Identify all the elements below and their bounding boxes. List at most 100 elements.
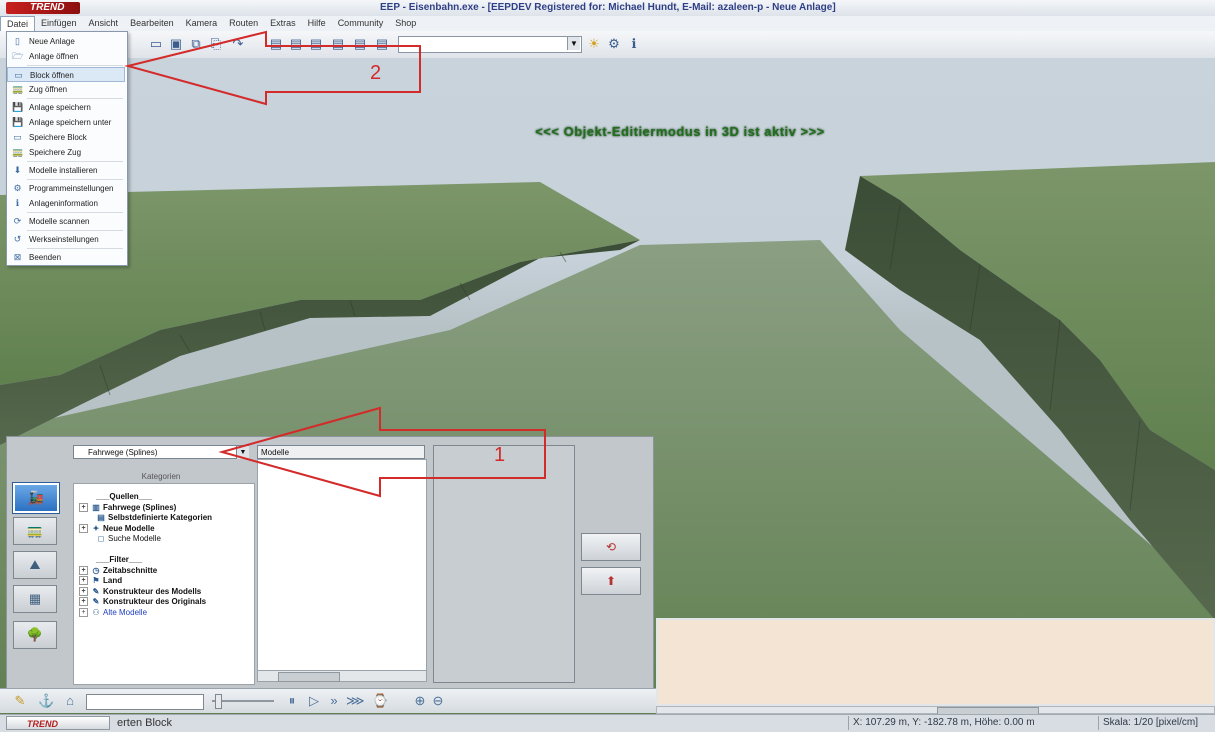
train-tool-icon[interactable]: ▤ xyxy=(268,36,284,52)
expand-icon[interactable]: + xyxy=(79,586,88,596)
expand-icon[interactable]: + xyxy=(79,597,88,607)
object-select[interactable] xyxy=(86,694,204,710)
rotate-model-button[interactable]: ⟲ xyxy=(581,533,641,561)
track-icon: ▥ xyxy=(92,502,100,512)
road-tool-icon[interactable]: ▤ xyxy=(330,36,346,52)
zoom-in-icon[interactable]: ⊕ xyxy=(412,693,428,709)
menu-item-anlage-speichern[interactable]: 💾 Anlage speichern xyxy=(7,100,125,115)
pencil-icon[interactable]: ✎ xyxy=(12,693,28,709)
landscape-button[interactable]: ⛰ xyxy=(13,551,57,579)
chevron-down-icon[interactable]: ▼ xyxy=(236,446,249,459)
track-tool-icon[interactable]: ▤ xyxy=(288,36,304,52)
speed-slider-thumb[interactable] xyxy=(215,694,222,709)
menu-routen[interactable]: Routen xyxy=(223,16,264,31)
place-model-button[interactable]: ⬆ xyxy=(581,567,641,595)
menu-item-speichere-zug[interactable]: 🚃 Speichere Zug xyxy=(7,145,125,160)
tree-item-label: Alte Modelle xyxy=(103,607,148,617)
menu-item-speichere-block[interactable]: ▭ Speichere Block xyxy=(7,130,125,145)
models-list[interactable] xyxy=(257,459,427,671)
clock-icon[interactable]: ⌚ xyxy=(372,693,388,709)
file-menu: ▯ Neue Anlage 🗁 Anlage öffnen ▭ Block öffnen 🚃… xyxy=(6,31,128,266)
tree-item-label: ___Quellen___ xyxy=(96,492,153,501)
info-icon[interactable]: ℹ xyxy=(626,36,642,52)
train-select[interactable] xyxy=(398,36,582,53)
chevron-down-icon[interactable]: ▼ xyxy=(567,37,580,50)
menu-datei[interactable]: Datei xyxy=(0,16,36,31)
fastest-forward-icon[interactable]: ⋙ xyxy=(346,693,365,709)
object-editor-panel: 🚂 🚃 ⛰ ▦ 🌳 Fahrwege (Splines) ▼ Kategorie… xyxy=(6,436,654,690)
menu-kamera[interactable]: Kamera xyxy=(180,16,224,31)
menu-shop[interactable]: Shop xyxy=(389,16,422,31)
expand-icon[interactable]: + xyxy=(79,523,88,533)
models-scrollbar[interactable] xyxy=(257,670,427,682)
menu-einf-gen[interactable]: Einfügen xyxy=(35,16,83,31)
menu-item-modelle-installieren[interactable]: ⬇ Modelle installieren xyxy=(7,163,125,178)
rolling-stock-button[interactable]: 🚃 xyxy=(13,517,57,545)
menu-item-zug-ffnen[interactable]: 🚃 Zug öffnen xyxy=(7,82,125,97)
view-2d-icon[interactable]: ▭ xyxy=(148,36,164,52)
menu-item-programmeinstellungen[interactable]: ⚙ Programmeinstellungen xyxy=(7,181,125,196)
zoom-out-icon[interactable]: ⊖ xyxy=(430,693,446,709)
tram-tool-icon[interactable]: ▤ xyxy=(352,36,368,52)
app-logo[interactable]: TREND xyxy=(6,2,80,14)
models-header[interactable]: Modelle xyxy=(257,445,425,459)
tree-item[interactable]: ◻ Suche Modelle xyxy=(96,534,161,543)
coordinates-readout: X: 107.29 m, Y: -182.78 m, Höhe: 0.00 m xyxy=(848,716,1099,730)
redo-icon[interactable]: ↷ xyxy=(230,36,246,52)
expand-icon[interactable]: + xyxy=(79,607,88,617)
tree-item[interactable]: + ✎ Konstrukteur des Modells xyxy=(79,587,201,596)
tree-item[interactable]: ___Filter___ xyxy=(96,555,142,564)
save-train-icon: 🚃 xyxy=(12,147,24,157)
tree-item[interactable]: ___Quellen___ xyxy=(96,492,152,501)
menu-bearbeiten[interactable]: Bearbeiten xyxy=(124,16,180,31)
menu-item-neue-anlage[interactable]: ▯ Neue Anlage xyxy=(7,34,125,49)
vegetation-button[interactable]: 🌳 xyxy=(13,621,57,649)
tree-item[interactable]: + ✦ Neue Modelle xyxy=(79,524,155,533)
menu-item-anlage-ffnen[interactable]: 🗁 Anlage öffnen xyxy=(7,49,125,64)
menu-item-anlageninformation[interactable]: ℹ Anlageninformation xyxy=(7,196,125,211)
building-button[interactable]: ▦ xyxy=(13,585,57,613)
sun-icon[interactable]: ☀ xyxy=(586,36,602,52)
menu-community[interactable]: Community xyxy=(332,16,390,31)
tree-item[interactable]: + ✎ Konstrukteur des Originals xyxy=(79,597,206,607)
menu-item-werkseinstellungen[interactable]: ↺ Werkseinstellungen xyxy=(7,232,125,247)
menu-item-label: Beenden xyxy=(29,253,62,262)
track-system-button[interactable]: 🚂 xyxy=(13,483,59,513)
menu-item-modelle-scannen[interactable]: ⟳ Modelle scannen xyxy=(7,214,125,229)
menu-hilfe[interactable]: Hilfe xyxy=(302,16,332,31)
signal-tool-icon[interactable]: ▤ xyxy=(308,36,324,52)
fast-forward-icon[interactable]: » xyxy=(326,693,342,709)
home-icon[interactable]: ⌂ xyxy=(62,693,78,709)
tree-item[interactable]: + ◷ Zeitabschnitte xyxy=(79,566,157,575)
play-icon[interactable]: ▷ xyxy=(306,693,322,709)
info-scrollbar[interactable] xyxy=(656,706,1215,715)
copy-icon[interactable]: ⧉ xyxy=(188,36,204,52)
expand-icon[interactable]: + xyxy=(79,565,88,575)
tree-item-label: Neue Modelle xyxy=(103,523,155,533)
expand-icon[interactable]: + xyxy=(79,576,88,586)
menu-item-label: Modelle scannen xyxy=(29,217,90,226)
pause-icon[interactable]: ⏸ xyxy=(284,693,300,709)
settings-icon: ⚙ xyxy=(13,183,22,193)
tree-item[interactable]: + ⚑ Land xyxy=(79,576,122,586)
menu-ansicht[interactable]: Ansicht xyxy=(83,16,125,31)
category-select[interactable]: Fahrwege (Splines) xyxy=(73,445,249,459)
view-3d-icon[interactable]: ▣ xyxy=(168,36,184,52)
categories-caption: Kategorien xyxy=(141,472,181,481)
settings-icon[interactable]: ⚙ xyxy=(606,36,622,52)
menu-item-beenden[interactable]: ⊠ Beenden xyxy=(7,250,125,265)
menu-item-label: Anlage speichern xyxy=(29,103,91,112)
anchor-icon[interactable]: ⚓ xyxy=(38,693,54,709)
menu-extras[interactable]: Extras xyxy=(264,16,302,31)
save-as-icon: 💾 xyxy=(12,117,24,127)
paste-icon[interactable]: ⎘ xyxy=(208,36,224,52)
category-tree[interactable]: ___Quellen___ + ▥ Fahrwege (Splines) ▤ Selbst… xyxy=(73,483,255,685)
tree-item[interactable]: + ⚇ Alte Modelle xyxy=(79,608,147,617)
tree-item[interactable]: ▤ Selbstdefinierte Kategorien xyxy=(96,513,212,522)
expand-icon[interactable]: + xyxy=(79,502,88,512)
tree-item[interactable]: + ▥ Fahrwege (Splines) xyxy=(79,503,176,512)
water-tool-icon[interactable]: ▤ xyxy=(374,36,390,52)
custom-category-icon: ▤ xyxy=(97,513,105,522)
menu-item-block-ffnen[interactable]: ▭ Block öffnen xyxy=(7,67,125,82)
menu-item-anlage-speichern-unter[interactable]: 💾 Anlage speichern unter xyxy=(7,115,125,130)
